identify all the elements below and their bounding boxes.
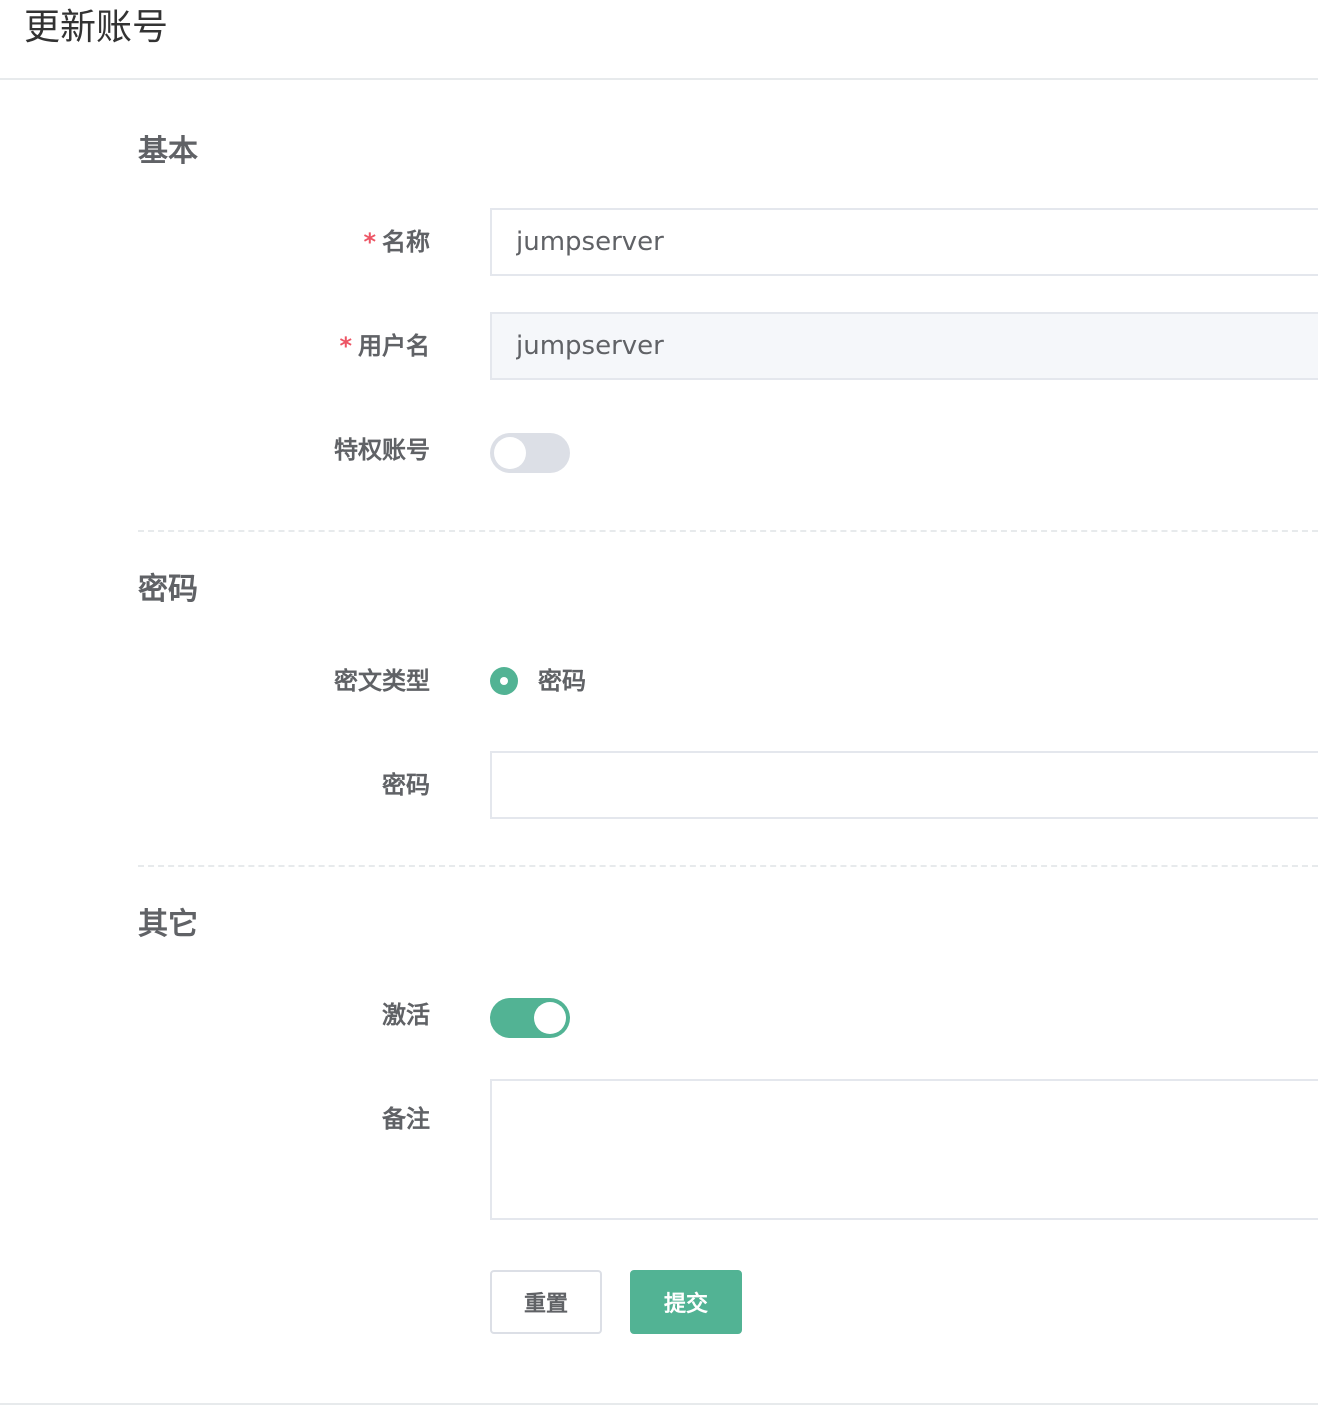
section-divider xyxy=(138,865,1318,867)
privileged-label: 特权账号 xyxy=(334,436,430,464)
section-title-other: 其它 xyxy=(138,907,198,942)
page-header: 更新账号 xyxy=(0,0,1318,80)
page-title: 更新账号 xyxy=(24,7,169,48)
username-label: * 用户名 xyxy=(339,330,430,362)
name-label-text: 名称 xyxy=(382,228,430,256)
comment-textarea[interactable] xyxy=(490,1079,1318,1220)
reset-button[interactable]: 重置 xyxy=(490,1270,602,1334)
name-label: * 名称 xyxy=(363,226,430,258)
secret-type-radio-password[interactable]: 密码 xyxy=(490,667,586,695)
radio-label: 密码 xyxy=(538,667,586,695)
privileged-switch[interactable] xyxy=(490,433,570,473)
password-input[interactable] xyxy=(490,751,1318,819)
comment-label: 备注 xyxy=(382,1105,430,1133)
active-switch[interactable] xyxy=(490,998,570,1038)
required-mark: * xyxy=(363,228,376,256)
required-mark: * xyxy=(339,332,352,360)
username-label-text: 用户名 xyxy=(358,332,430,360)
username-input[interactable] xyxy=(490,312,1318,380)
secret-type-label: 密文类型 xyxy=(334,667,430,695)
footer-divider xyxy=(0,1403,1318,1405)
section-divider xyxy=(138,530,1318,532)
password-label: 密码 xyxy=(382,771,430,799)
switch-knob xyxy=(534,1002,566,1034)
section-title-basic: 基本 xyxy=(138,134,198,169)
section-title-password: 密码 xyxy=(138,572,198,607)
radio-selected-icon xyxy=(490,667,518,695)
submit-button[interactable]: 提交 xyxy=(630,1270,742,1334)
active-label: 激活 xyxy=(382,1001,430,1029)
name-input[interactable] xyxy=(490,208,1318,276)
switch-knob xyxy=(494,437,526,469)
